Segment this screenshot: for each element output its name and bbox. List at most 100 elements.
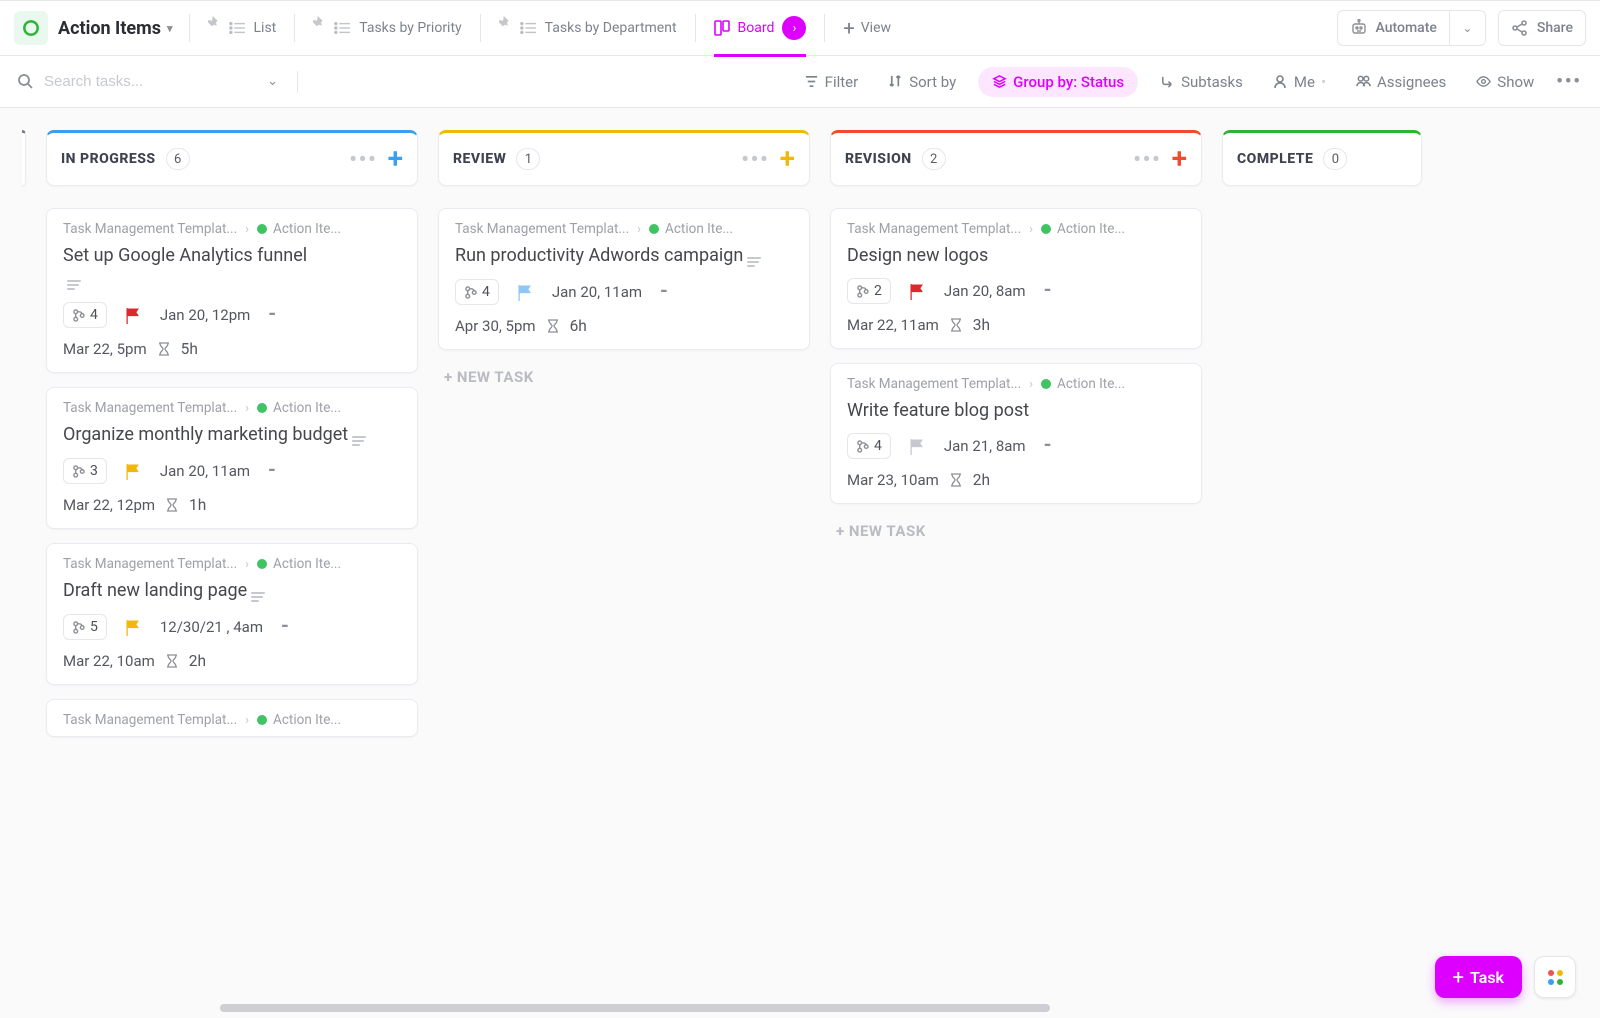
column-header[interactable]: REVIEW 1 •••+ [438,130,810,186]
description-icon [67,280,81,290]
priority-flag-icon[interactable] [125,307,142,324]
priority-flag-icon[interactable] [125,463,142,480]
column-add-icon[interactable]: + [780,145,795,173]
priority-flag-icon[interactable] [909,283,926,300]
column-title: REVIEW [453,151,506,167]
space-avatar-icon[interactable] [14,11,48,45]
chevron-down-icon[interactable]: ⌄ [267,74,278,89]
task-title: Write feature blog post [847,398,1185,423]
start-date[interactable]: Apr 30, 5pm [455,317,536,335]
start-date[interactable]: Mar 22, 11am [847,316,939,334]
breadcrumb-project: Task Management Templat... [63,400,237,416]
me-chip[interactable]: Me • [1265,70,1334,94]
group-chip[interactable]: Group by: Status [978,67,1138,97]
task-breadcrumb[interactable]: Task Management Templat... › Action Ite.… [63,221,401,237]
start-date[interactable]: Mar 22, 12pm [63,496,155,514]
chevron-right-icon: › [245,557,249,572]
task-card[interactable]: Task Management Templat... › Action Ite.… [830,363,1202,504]
subtask-count: 3 [90,463,98,479]
tab-priority-label: Tasks by Priority [359,20,461,36]
robot-icon [1350,19,1368,37]
breadcrumb-list: Action Ite... [665,221,733,237]
list-view-icon [228,21,246,35]
due-date[interactable]: Jan 21, 8am [944,437,1026,455]
task-breadcrumb[interactable]: Task Management Templat... › Action Ite.… [63,712,401,728]
list-view-icon [333,21,351,35]
column-header[interactable]: COMPLETE 0 [1222,130,1422,186]
cards-list: Task Management Templat... › Action Ite.… [46,208,418,737]
task-breadcrumb[interactable]: Task Management Templat... › Action Ite.… [63,400,401,416]
column-add-icon[interactable]: + [1172,145,1187,173]
subtask-count: 4 [90,307,98,323]
next-tab-icon[interactable]: › [782,16,806,40]
apps-fab[interactable] [1534,956,1576,998]
group-label: Group by: Status [1013,73,1124,91]
assignees-chip[interactable]: Assignees [1348,70,1454,94]
task-card[interactable]: Task Management Templat... › Action Ite.… [46,699,418,737]
page-title[interactable]: Action Items ▾ [58,18,173,39]
filter-icon [804,74,819,89]
subtask-count-pill[interactable]: 4 [63,302,107,328]
search-container: ⌄ [18,72,288,91]
automate-button[interactable]: Automate [1337,10,1450,46]
task-breadcrumb[interactable]: Task Management Templat... › Action Ite.… [847,376,1185,392]
task-card[interactable]: Task Management Templat... › Action Ite.… [46,543,418,685]
add-task-button[interactable]: + NEW TASK [830,522,1202,540]
task-card[interactable]: Task Management Templat... › Action Ite.… [46,387,418,529]
due-date[interactable]: Jan 20, 8am [944,282,1026,300]
subtask-count-pill[interactable]: 2 [847,278,891,304]
task-breadcrumb[interactable]: Task Management Templat... › Action Ite.… [847,221,1185,237]
subtasks-chip[interactable]: Subtasks [1152,70,1251,94]
tab-board[interactable]: Board › [700,0,821,56]
task-breadcrumb[interactable]: Task Management Templat... › Action Ite.… [63,556,401,572]
caret-down-icon: ▾ [167,22,173,35]
column-count-badge: 0 [1323,148,1347,170]
subtask-count-pill[interactable]: 4 [847,433,891,459]
column-add-icon[interactable]: + [388,145,403,173]
search-input[interactable] [42,72,242,91]
start-date[interactable]: Mar 22, 10am [63,652,155,670]
subtask-count-pill[interactable]: 4 [455,279,499,305]
dash-icon: - [660,280,668,300]
due-date[interactable]: Jan 20, 11am [160,462,250,480]
add-view-button[interactable]: + View [829,0,905,56]
task-card[interactable]: Task Management Templat... › Action Ite.… [438,208,810,350]
task-card[interactable]: Task Management Templat... › Action Ite.… [830,208,1202,349]
column-in_progress: IN PROGRESS 6 •••+ Task Management Templ… [46,130,418,737]
show-chip[interactable]: Show [1468,70,1542,94]
task-breadcrumb[interactable]: Task Management Templat... › Action Ite.… [455,221,793,237]
priority-flag-icon[interactable] [909,438,926,455]
tab-department-label: Tasks by Department [545,20,677,36]
priority-flag-icon[interactable] [125,619,142,636]
tab-list[interactable]: List [194,0,291,56]
due-date[interactable]: 12/30/21 , 4am [160,618,263,636]
time-estimate: 2h [973,471,990,489]
sort-chip[interactable]: Sort by [880,70,964,94]
priority-flag-icon[interactable] [517,284,534,301]
column-more-icon[interactable]: ••• [1133,147,1161,171]
task-title: Design new logos [847,243,1185,268]
pin-icon [208,16,220,28]
column-more-icon[interactable]: ••• [741,147,769,171]
filter-chip[interactable]: Filter [796,70,867,94]
more-icon[interactable]: ••• [1556,71,1582,92]
breadcrumb-project: Task Management Templat... [847,221,1021,237]
share-button[interactable]: Share [1498,10,1586,46]
automate-dropdown-button[interactable]: ⌄ [1450,10,1486,46]
add-task-button[interactable]: + NEW TASK [438,368,810,386]
column-header[interactable]: IN PROGRESS 6 •••+ [46,130,418,186]
horizontal-scrollbar[interactable] [220,1004,1050,1012]
tab-department[interactable]: Tasks by Department [485,0,691,56]
column-more-icon[interactable]: ••• [349,147,377,171]
start-date[interactable]: Mar 23, 10am [847,471,939,489]
subtask-count-pill[interactable]: 3 [63,458,107,484]
task-card[interactable]: Task Management Templat... › Action Ite.… [46,208,418,373]
subtask-count-pill[interactable]: 5 [63,614,107,640]
due-date[interactable]: Jan 20, 12pm [160,306,250,324]
due-date[interactable]: Jan 20, 11am [552,283,642,301]
tab-priority[interactable]: Tasks by Priority [299,0,475,56]
column-header[interactable]: REVISION 2 •••+ [830,130,1202,186]
time-estimate: 5h [181,340,198,358]
new-task-fab[interactable]: + Task [1435,956,1522,998]
start-date[interactable]: Mar 22, 5pm [63,340,147,358]
